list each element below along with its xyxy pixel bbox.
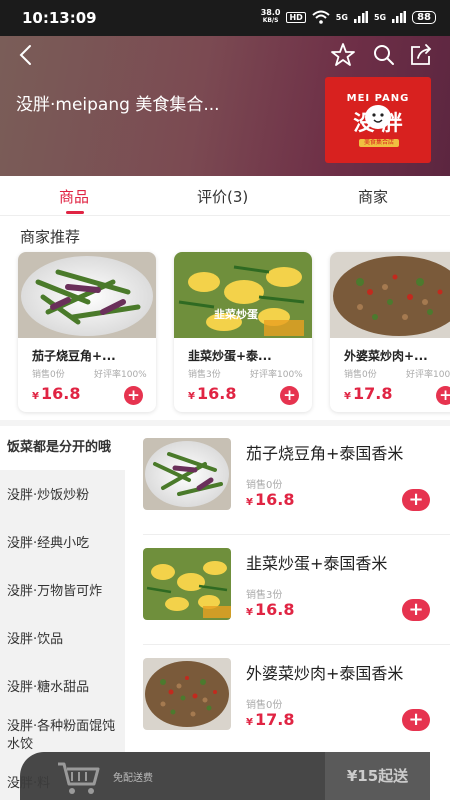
menu-item-sales: 销售3份 [246,590,283,601]
add-to-cart-button[interactable]: + [124,386,143,405]
menu-item-price: ¥16.8 [246,490,294,509]
star-icon[interactable] [330,42,356,68]
currency-symbol: ¥ [246,497,253,508]
signal-icon [353,11,368,23]
recommend-card[interactable]: 茄子烧豆角+... 销售0份 好评率100% ¥16.8 + [18,252,156,412]
menu-item-price: ¥17.8 [246,710,294,729]
signal-label-1: 5G [335,12,348,22]
tab-reviews[interactable]: 评价(3) [197,186,248,207]
recommend-item-rating: 好评率100% [406,370,450,380]
dish-image [18,252,156,338]
logo-face-icon [365,105,391,129]
add-to-cart-button[interactable]: + [436,386,450,405]
price-value: 16.8 [196,384,237,403]
tab-merchant[interactable]: 商家 [358,186,388,207]
category-item[interactable]: 没胖·经典小吃 [0,522,125,566]
add-to-cart-button[interactable]: + [402,599,430,621]
menu-item[interactable]: 韭菜炒蛋+泰国香米 销售3份 ¥16.8 + [125,536,450,646]
wifi-icon [312,10,330,24]
shopping-cart-icon[interactable] [50,752,106,798]
recommend-card[interactable]: 韭菜炒蛋 韭菜炒蛋+泰... 销售3份 好评率100% ¥16.8 + [174,252,312,412]
signal-label-2: 5G [373,12,387,22]
dish-image [143,548,231,620]
logo-text-en: MEI PANG [346,93,410,104]
price-value: 17.8 [254,710,295,729]
network-speed: 38.0 KB/S [261,9,281,25]
menu-item-name: 外婆菜炒肉+泰国香米 [246,664,404,683]
recommend-item-price: ¥16.8 [32,384,80,403]
recommend-item-sales: 销售0份 [344,370,377,380]
cart-bar: 免配送费 ¥15起送 [20,752,430,800]
recommend-item-rating: 好评率100% [250,370,303,380]
speed-value: 38.0 [260,8,281,17]
category-item[interactable]: 没胖·饮品 [0,618,125,662]
checkout-button[interactable]: ¥15起送 [325,752,430,800]
shop-name: 没胖·meipang 美食集合... [16,95,220,115]
tab-bar: 商品 评价(3) 商家 [0,176,450,216]
recommend-title: 商家推荐 [20,228,81,246]
menu-item[interactable]: 外婆菜炒肉+泰国香米 销售0份 ¥17.8 + [125,646,450,756]
divider [143,534,450,535]
speed-unit: KB/S [262,17,279,24]
hd-icon: HD [286,11,306,23]
dish-image [143,658,231,730]
recommend-card[interactable]: 外婆菜炒肉+... 销售0份 好评率100% ¥17.8 + [330,252,450,412]
back-arrow-icon[interactable] [14,42,38,68]
menu-item-sales: 销售0份 [246,480,283,491]
recommend-item-sales: 销售3份 [188,370,221,380]
add-to-cart-button[interactable]: + [280,386,299,405]
price-value: 16.8 [254,490,295,509]
add-to-cart-button[interactable]: + [402,489,430,511]
recommend-item-sales: 销售0份 [32,370,65,380]
menu-section: 饭菜都是分开的哦 没胖·炒饭炒粉 没胖·经典小吃 没胖·万物皆可炸 没胖·饮品 … [0,426,450,800]
merchant-recommend: 商家推荐 茄子烧豆角+... 销售0份 好评率100% ¥16.8 + 韭菜炒蛋… [0,216,450,420]
currency-symbol: ¥ [344,391,351,402]
price-value: 16.8 [40,384,81,403]
battery-icon: 88 [412,10,436,24]
tab-products[interactable]: 商品 [59,186,89,207]
menu-item-price: ¥16.8 [246,600,294,619]
dish-image [330,252,450,338]
menu-item-name: 韭菜炒蛋+泰国香米 [246,554,388,573]
recommend-item-name: 外婆菜炒肉+... [344,349,428,363]
price-value: 16.8 [254,600,295,619]
category-item[interactable]: 没胖·糖水甜品 [0,666,125,710]
status-icons: 38.0 KB/S HD 5G 5G 88 [261,9,436,25]
dish-image: 韭菜炒蛋 [174,252,312,338]
menu-item-sales: 销售0份 [246,700,283,711]
image-caption: 韭菜炒蛋 [214,307,259,321]
shop-logo: MEI PANG 没 胖 美食集合店 [325,77,431,163]
currency-symbol: ¥ [246,607,253,618]
price-value: 17.8 [352,384,393,403]
recommend-item-price: ¥16.8 [188,384,236,403]
logo-subtitle: 美食集合店 [359,139,399,147]
divider [143,644,450,645]
tab-active-indicator [66,211,84,214]
shop-header: 10:13:09 38.0 KB/S HD 5G 5G 88 没胖·meipan… [0,0,450,176]
currency-symbol: ¥ [32,391,39,402]
menu-item-name: 茄子烧豆角+泰国香米 [246,444,404,463]
category-item[interactable]: 没胖·炒饭炒粉 [0,474,125,518]
category-item[interactable]: 饭菜都是分开的哦 [0,426,125,470]
category-sidebar: 饭菜都是分开的哦 没胖·炒饭炒粉 没胖·经典小吃 没胖·万物皆可炸 没胖·饮品 … [0,426,125,800]
recommend-item-name: 韭菜炒蛋+泰... [188,349,272,363]
dish-image [143,438,231,510]
add-to-cart-button[interactable]: + [402,709,430,731]
delivery-fee-text: 免配送费 [113,773,153,784]
menu-item[interactable]: 茄子烧豆角+泰国香米 销售0份 ¥16.8 + [125,426,450,536]
status-time: 10:13:09 [22,9,97,27]
share-icon[interactable] [408,42,434,68]
category-item[interactable]: 没胖·万物皆可炸 [0,570,125,614]
recommend-item-name: 茄子烧豆角+... [32,349,116,363]
signal-icon-2 [392,11,407,23]
search-icon[interactable] [371,42,397,68]
recommend-item-price: ¥17.8 [344,384,392,403]
status-bar: 10:13:09 38.0 KB/S HD 5G 5G 88 [0,0,450,36]
recommend-item-rating: 好评率100% [94,370,147,380]
currency-symbol: ¥ [246,717,253,728]
currency-symbol: ¥ [188,391,195,402]
